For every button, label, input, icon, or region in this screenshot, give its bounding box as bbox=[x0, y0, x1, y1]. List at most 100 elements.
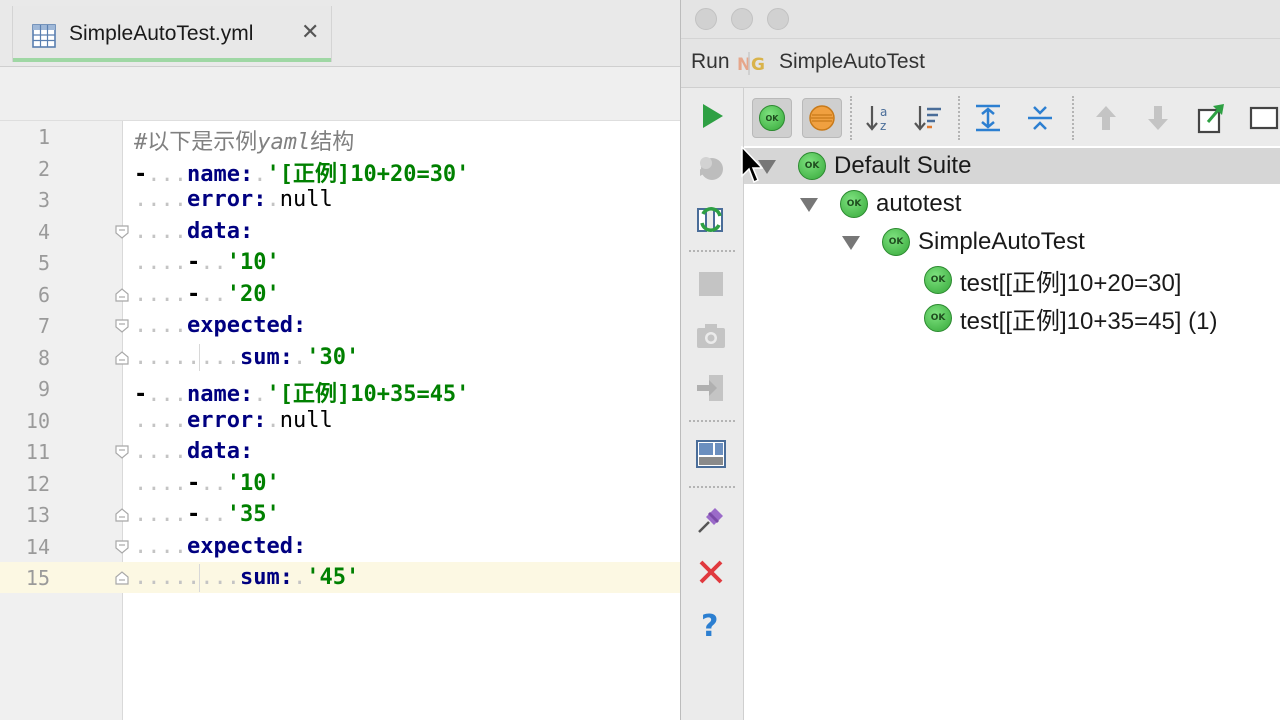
fold-close-icon[interactable] bbox=[114, 570, 130, 586]
run-header: Run N G SimpleAutoTest bbox=[681, 39, 1280, 88]
test-tree-node[interactable]: OK test[[正例]10+35=45] (1) bbox=[924, 300, 1217, 336]
breadcrumb bbox=[0, 67, 680, 121]
line-number: 3 bbox=[37, 188, 50, 212]
code-line[interactable]: 6 ....-..'20' bbox=[0, 279, 680, 310]
next-failed-button[interactable] bbox=[1138, 98, 1178, 138]
code-token: null bbox=[279, 407, 333, 433]
code-text: ........sum:.'45' bbox=[134, 565, 359, 590]
exit-button[interactable] bbox=[693, 370, 729, 406]
code-token: . bbox=[253, 382, 267, 407]
code-line[interactable]: 13 ....-..'35' bbox=[0, 499, 680, 530]
screenshot-button[interactable] bbox=[693, 318, 729, 354]
table-file-icon bbox=[32, 24, 56, 48]
fold-close-icon[interactable] bbox=[114, 287, 130, 303]
code-token: ... bbox=[147, 161, 187, 187]
test-tree-node[interactable]: OK Default Suite bbox=[744, 148, 1280, 184]
run-button[interactable] bbox=[693, 98, 729, 134]
code-token: data: bbox=[186, 439, 254, 464]
test-tree[interactable]: OK Default Suite OK autotest OK SimpleAutoTes… bbox=[744, 146, 1280, 720]
code-text: ....error:.null bbox=[134, 187, 333, 212]
code-text: ....-..'35' bbox=[134, 502, 280, 527]
fold-open-icon[interactable] bbox=[114, 444, 130, 460]
code-token: '10' bbox=[226, 250, 280, 275]
code-line[interactable]: 9 -...name:.'[正例]10+35=45' bbox=[0, 373, 680, 407]
sort-by-duration-button[interactable] bbox=[908, 98, 948, 138]
code-line[interactable]: 10 ....error:.null bbox=[0, 405, 680, 436]
code-token: ........ bbox=[134, 344, 240, 370]
code-token: .... bbox=[134, 187, 187, 212]
line-number: 14 bbox=[25, 534, 50, 559]
show-passed-icon: OK bbox=[759, 105, 785, 131]
code-line[interactable]: 11 ....data: bbox=[0, 436, 680, 467]
code-text: ....-..'20' bbox=[134, 282, 280, 307]
code-line[interactable]: 15 ........sum:.'45' bbox=[0, 562, 680, 593]
window-minimize-button[interactable] bbox=[731, 8, 753, 30]
code-token: '[正例]10+35=45' bbox=[266, 382, 470, 407]
code-token: .. bbox=[200, 470, 227, 496]
stop-button[interactable] bbox=[693, 266, 729, 302]
code-line[interactable]: 5 ....-..'10' bbox=[0, 247, 680, 278]
code-token: expected: bbox=[186, 313, 307, 338]
editor-tab[interactable]: SimpleAutoTest.yml ✕ bbox=[12, 6, 332, 62]
export-icon bbox=[1197, 104, 1224, 134]
code-line[interactable]: 3 ....error:.null bbox=[0, 184, 680, 215]
show-passed-toggle[interactable]: OK bbox=[752, 98, 792, 138]
code-line[interactable]: 4 ....data: bbox=[0, 216, 680, 247]
fold-open-icon[interactable] bbox=[114, 539, 130, 555]
code-token: . bbox=[292, 565, 307, 590]
code-token: .... bbox=[134, 533, 187, 559]
fold-open-icon[interactable] bbox=[114, 224, 130, 240]
code-token: expected: bbox=[186, 533, 307, 559]
line-number: 4 bbox=[37, 219, 50, 244]
collapse-all-button[interactable] bbox=[1020, 98, 1060, 138]
code-line[interactable]: 12 ....-..'10' bbox=[0, 468, 680, 499]
code-line[interactable]: 8 ........sum:.'30' bbox=[0, 342, 680, 373]
collapse-all-icon bbox=[1028, 106, 1052, 130]
test-tree-node[interactable]: OK SimpleAutoTest bbox=[842, 224, 1085, 260]
help-button[interactable]: ? bbox=[693, 606, 729, 642]
fold-open-icon[interactable] bbox=[114, 318, 130, 334]
fold-close-icon[interactable] bbox=[114, 350, 130, 366]
code-token: - bbox=[186, 250, 201, 275]
export-results-button[interactable] bbox=[1192, 98, 1232, 138]
code-token: '[正例]10+20=30' bbox=[266, 161, 470, 187]
import-results-button[interactable] bbox=[1244, 98, 1280, 138]
window-close-button[interactable] bbox=[695, 8, 717, 30]
code-token: . bbox=[266, 407, 280, 433]
debug-button[interactable] bbox=[693, 150, 729, 186]
testng-icon: N G bbox=[737, 52, 765, 75]
test-tree-label: test[[正例]10+35=45] (1) bbox=[960, 307, 1218, 335]
rerun-failed-button[interactable] bbox=[693, 202, 729, 238]
pin-button[interactable] bbox=[693, 502, 729, 538]
line-number: 11 bbox=[25, 440, 50, 464]
code-token: ... bbox=[147, 382, 187, 407]
window-titlebar bbox=[681, 0, 1280, 39]
code-line[interactable]: 7 ....expected: bbox=[0, 310, 680, 341]
previous-failed-button[interactable] bbox=[1086, 98, 1126, 138]
tab-close-icon[interactable]: ✕ bbox=[301, 20, 319, 45]
test-passed-icon: OK bbox=[882, 228, 910, 256]
test-tree-node[interactable]: OK autotest bbox=[800, 186, 961, 222]
test-results-toolbar: OK a z bbox=[744, 88, 1280, 146]
close-run-button[interactable] bbox=[693, 554, 729, 590]
expand-all-button[interactable] bbox=[968, 98, 1008, 138]
test-tree-node[interactable]: OK test[[正例]10+20=30] bbox=[924, 262, 1181, 298]
code-line[interactable]: 1 #以下是示例yaml结构 bbox=[0, 121, 680, 155]
code-line[interactable]: 14 ....expected: bbox=[0, 531, 680, 562]
code-text: ........sum:.'30' bbox=[134, 345, 359, 370]
code-line[interactable]: 2 -...name:.'[正例]10+20=30' bbox=[0, 153, 680, 187]
expand-arrow-icon[interactable] bbox=[842, 236, 860, 250]
mouse-cursor-icon bbox=[741, 146, 763, 184]
code-token: data: bbox=[186, 218, 254, 244]
show-ignored-toggle[interactable] bbox=[802, 98, 842, 138]
code-token: .... bbox=[134, 439, 187, 464]
code-text: -...name:.'[正例]10+35=45' bbox=[134, 376, 469, 408]
sort-alphabetically-button[interactable]: a z bbox=[860, 98, 900, 138]
line-number: 15 bbox=[25, 566, 50, 590]
svg-text:a: a bbox=[880, 105, 887, 119]
fold-close-icon[interactable] bbox=[114, 507, 130, 523]
layout-button[interactable] bbox=[693, 436, 729, 472]
window-zoom-button[interactable] bbox=[767, 8, 789, 30]
expand-arrow-icon[interactable] bbox=[800, 198, 818, 212]
code-area[interactable]: 1 #以下是示例yaml结构 2 -...name:.'[正例]10+20=30' 3.… bbox=[0, 121, 680, 720]
